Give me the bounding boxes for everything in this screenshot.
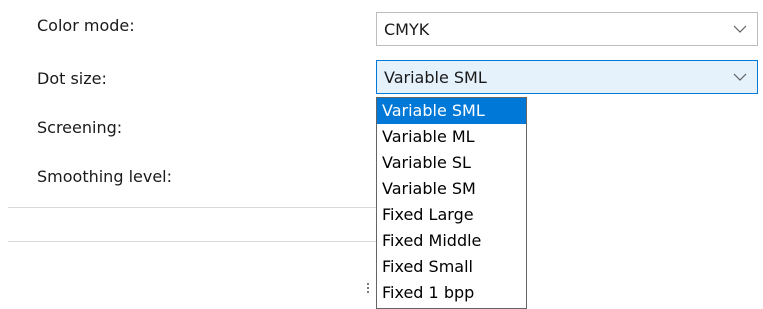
section-divider <box>8 207 376 208</box>
dropdown-option[interactable]: Variable SML <box>377 98 526 124</box>
screening-label: Screening: <box>37 118 123 137</box>
smoothing-level-label: Smoothing level: <box>37 167 172 186</box>
dot-size-select[interactable]: Variable SML <box>376 60 758 94</box>
chevron-down-icon <box>733 73 747 81</box>
grip-dots-icon <box>367 283 369 293</box>
dropdown-option[interactable]: Fixed Middle <box>377 228 526 254</box>
dropdown-option[interactable]: Variable SM <box>377 176 526 202</box>
dropdown-option[interactable]: Fixed Small <box>377 254 526 280</box>
dot-size-dropdown-list[interactable]: Variable SML Variable ML Variable SL Var… <box>376 97 527 309</box>
dropdown-option[interactable]: Fixed Large <box>377 202 526 228</box>
dot-size-label: Dot size: <box>37 69 107 88</box>
dot-size-value: Variable SML <box>384 68 487 87</box>
dropdown-option[interactable]: Fixed 1 bpp <box>377 280 526 306</box>
dropdown-option[interactable]: Variable ML <box>377 124 526 150</box>
color-mode-value: CMYK <box>384 20 430 39</box>
color-mode-select[interactable]: CMYK <box>376 12 758 46</box>
dropdown-option[interactable]: Variable SL <box>377 150 526 176</box>
section-divider <box>8 241 376 242</box>
chevron-down-icon <box>733 25 747 33</box>
color-mode-label: Color mode: <box>37 16 135 35</box>
